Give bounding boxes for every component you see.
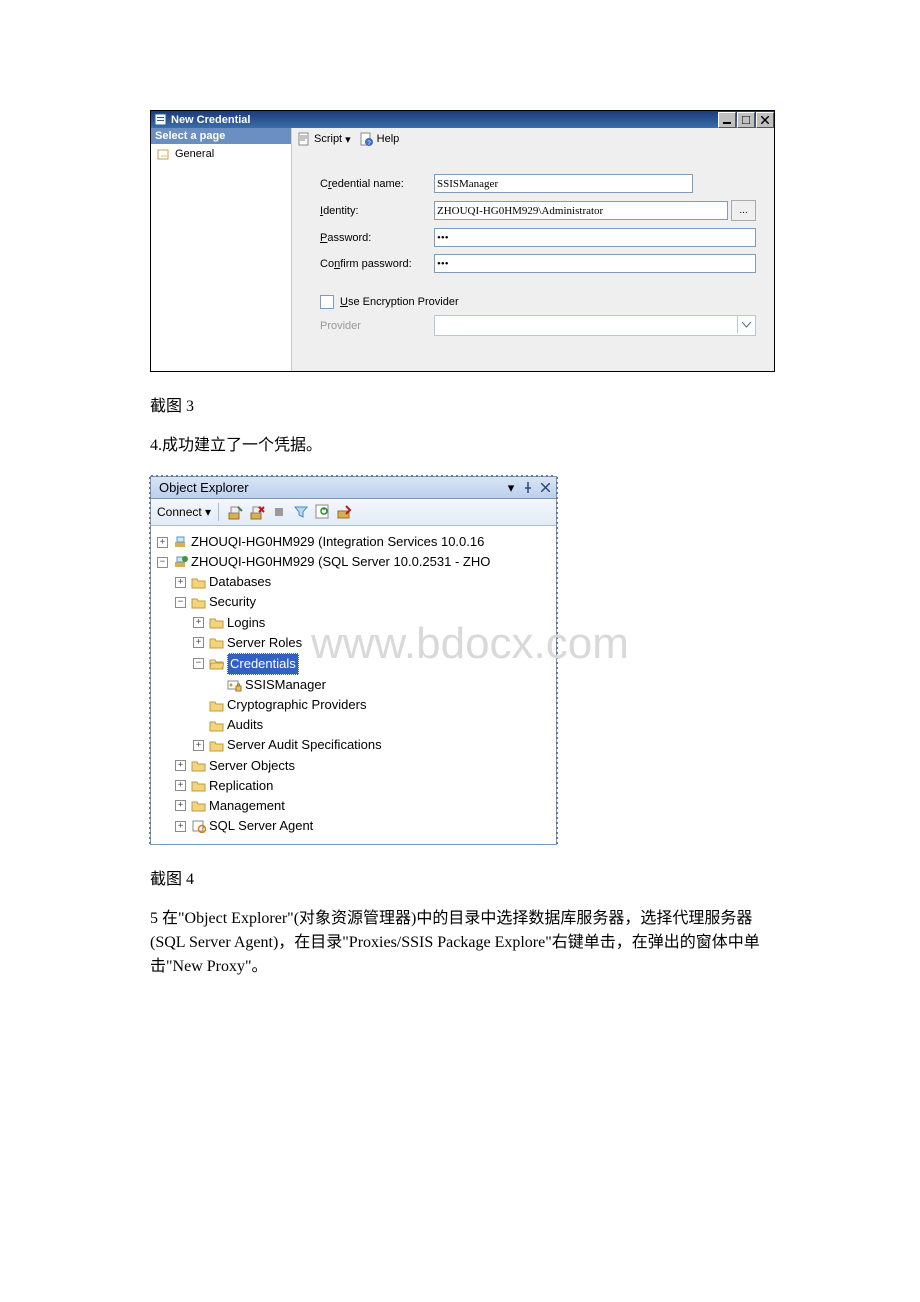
server-icon — [172, 535, 188, 550]
identity-label: Identity: — [320, 205, 434, 217]
expand-icon[interactable]: + — [193, 617, 204, 628]
expand-icon[interactable]: + — [175, 577, 186, 588]
tree-node[interactable]: SSISManager — [245, 675, 326, 695]
tree-node[interactable]: ZHOUQI-HG0HM929 (Integration Services 10… — [191, 532, 484, 552]
use-encryption-checkbox[interactable] — [320, 295, 334, 309]
expand-icon[interactable]: + — [193, 637, 204, 648]
tree-node[interactable]: Replication — [209, 776, 273, 796]
folder-icon — [190, 758, 206, 773]
minimize-button[interactable] — [718, 112, 736, 128]
dialog-toolbar: Script ▾ ? Help — [292, 128, 774, 150]
object-explorer-title: Object Explorer — [159, 480, 249, 495]
connect-button[interactable]: Connect ▾ — [157, 505, 211, 519]
folder-icon — [190, 798, 206, 813]
expand-icon[interactable]: + — [175, 800, 186, 811]
credential-name-input[interactable] — [434, 174, 693, 193]
tree-node[interactable]: Databases — [209, 572, 271, 592]
caption-4: 截图 4 — [150, 865, 775, 889]
stop-icon[interactable] — [269, 502, 289, 522]
folder-icon — [208, 635, 224, 650]
server-icon — [172, 555, 188, 570]
folder-icon — [208, 738, 224, 753]
object-explorer-header[interactable]: Object Explorer ▾ — [151, 477, 556, 499]
page-general-label: General — [175, 148, 214, 160]
expand-icon[interactable]: + — [193, 740, 204, 751]
provider-label: Provider — [320, 320, 434, 332]
script-dropdown-icon: ▾ — [345, 133, 351, 146]
page-general[interactable]: General — [151, 144, 291, 164]
credential-name-label: Credential name: — [320, 178, 434, 190]
tree-node[interactable]: Management — [209, 796, 285, 816]
folder-open-icon — [208, 656, 224, 671]
dialog-icon — [153, 113, 167, 127]
filter-icon[interactable] — [291, 502, 311, 522]
page-icon — [155, 147, 171, 161]
tree-node[interactable]: Server Roles — [227, 633, 302, 653]
titlebar[interactable]: New Credential — [151, 111, 774, 128]
script-label: Script — [314, 133, 342, 145]
page-selector-panel: Select a page General — [151, 128, 292, 371]
maximize-button[interactable] — [737, 112, 755, 128]
step-5-text: 5 在"Object Explorer"(对象资源管理器)中的目录中选择数据库服… — [150, 907, 775, 979]
password-input[interactable] — [434, 228, 756, 247]
tree-node[interactable]: Audits — [227, 715, 263, 735]
agent-icon — [190, 819, 206, 834]
object-explorer-toolbar: Connect ▾ — [151, 499, 556, 526]
collapse-icon[interactable]: − — [193, 658, 204, 669]
object-explorer: Object Explorer ▾ Connect ▾ www.bdocx.co… — [150, 476, 557, 845]
script-button[interactable]: Script ▾ — [296, 131, 351, 147]
expand-icon[interactable]: + — [157, 537, 168, 548]
dropdown-icon[interactable]: ▾ — [504, 481, 518, 495]
caption-3: 截图 3 — [150, 392, 775, 416]
confirm-password-label: Confirm password: — [320, 258, 434, 270]
credential-icon — [226, 678, 242, 693]
use-encryption-label: Use Encryption Provider — [340, 296, 459, 308]
collapse-icon[interactable]: − — [157, 557, 168, 568]
confirm-password-input[interactable] — [434, 254, 756, 273]
password-label: Password: — [320, 232, 434, 244]
step-4-text: 4.成功建立了一个凭据。 — [150, 434, 775, 458]
chevron-down-icon — [737, 316, 755, 333]
folder-icon — [208, 698, 224, 713]
identity-browse-button[interactable]: ... — [731, 200, 756, 221]
help-label: Help — [377, 133, 400, 145]
dialog-title: New Credential — [171, 114, 250, 126]
expand-icon[interactable]: + — [175, 780, 186, 791]
tree-node[interactable]: Server Audit Specifications — [227, 735, 382, 755]
connect-server-icon[interactable] — [225, 502, 245, 522]
help-button[interactable]: ? Help — [359, 131, 400, 147]
identity-input[interactable] — [434, 201, 728, 220]
refresh-icon[interactable] — [313, 502, 333, 522]
page-selector-header: Select a page — [151, 128, 291, 144]
folder-icon — [190, 575, 206, 590]
disconnect-server-icon[interactable] — [247, 502, 267, 522]
tree-node[interactable]: Server Objects — [209, 756, 295, 776]
registered-servers-icon[interactable] — [335, 502, 355, 522]
tree-node[interactable]: SQL Server Agent — [209, 816, 313, 836]
tree: www.bdocx.com +ZHOUQI-HG0HM929 (Integrat… — [151, 526, 556, 844]
tree-node[interactable]: Cryptographic Providers — [227, 695, 366, 715]
help-icon: ? — [359, 131, 375, 147]
folder-icon — [208, 615, 224, 630]
close-panel-icon[interactable] — [538, 481, 552, 495]
tree-node[interactable]: Security — [209, 592, 256, 612]
close-button[interactable] — [756, 112, 774, 128]
provider-select[interactable] — [434, 315, 756, 336]
tree-node[interactable]: ZHOUQI-HG0HM929 (SQL Server 10.0.2531 - … — [191, 552, 490, 572]
tree-node[interactable]: Logins — [227, 613, 265, 633]
new-credential-dialog: New Credential Select a page General — [150, 110, 775, 372]
collapse-icon[interactable]: − — [175, 597, 186, 608]
expand-icon[interactable]: + — [175, 760, 186, 771]
folder-icon — [190, 595, 206, 610]
pin-icon[interactable] — [521, 481, 535, 495]
script-icon — [296, 131, 312, 147]
folder-icon — [190, 778, 206, 793]
expand-icon[interactable]: + — [175, 821, 186, 832]
folder-icon — [208, 718, 224, 733]
tree-node-credentials[interactable]: Credentials — [227, 653, 299, 675]
